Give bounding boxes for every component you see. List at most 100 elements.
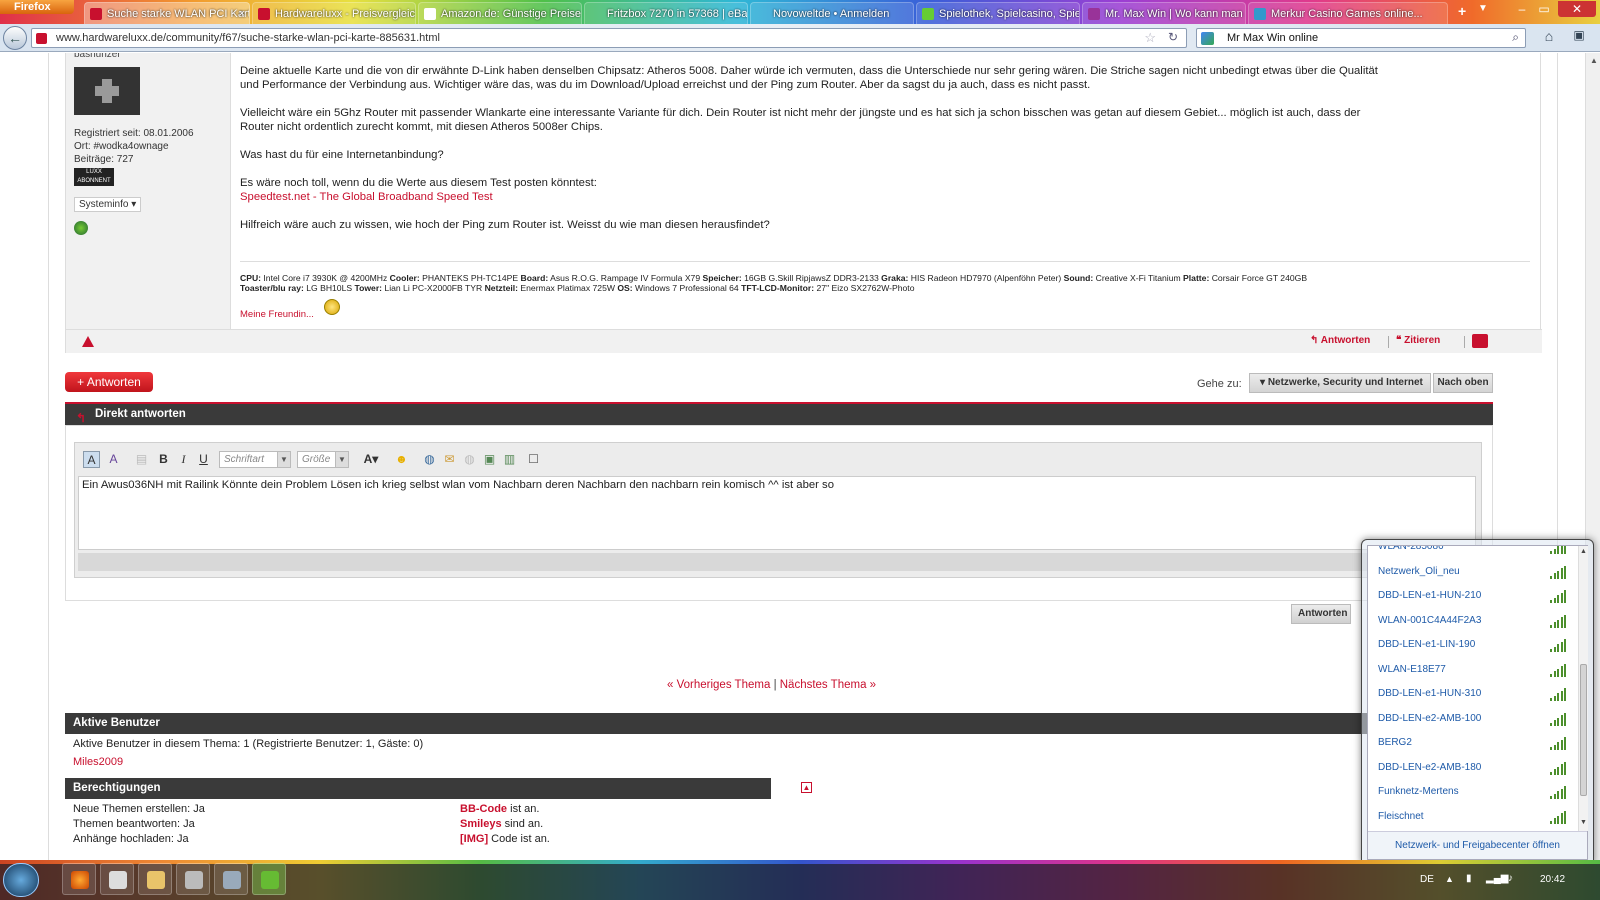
- insert-video-icon[interactable]: ▥: [501, 451, 518, 468]
- back-arrow-icon[interactable]: ←: [3, 26, 27, 50]
- post-reply-button[interactable]: ↰ Antworten: [1310, 335, 1370, 346]
- font-select[interactable]: Schriftart ▼: [219, 451, 291, 468]
- wifi-scroll-thumb[interactable]: [1580, 664, 1587, 796]
- italic-icon[interactable]: I: [175, 451, 192, 468]
- show-hidden-icons-icon[interactable]: ▲: [1445, 874, 1454, 884]
- taskbar-explorer[interactable]: [138, 863, 172, 895]
- tab-7[interactable]: Mr. Max Win | Wo kann man ...: [1082, 2, 1246, 24]
- site-identity-icon[interactable]: [36, 33, 47, 44]
- active-user-link[interactable]: Miles2009: [73, 756, 123, 768]
- bold-icon[interactable]: B: [155, 451, 172, 468]
- wifi-signal-icon: [1550, 638, 1568, 652]
- editor-resize-bar[interactable]: [78, 553, 1476, 571]
- tab-1[interactable]: Suche starke WLAN PCI Karte ×: [84, 2, 250, 24]
- wifi-network-item[interactable]: Funknetz-Mertens: [1368, 781, 1578, 805]
- wysiwyg-mode-icon[interactable]: A: [83, 451, 100, 468]
- wifi-network-item[interactable]: Fleischnet: [1368, 806, 1578, 830]
- smilies-icon[interactable]: ☻: [393, 451, 410, 468]
- collapse-icon[interactable]: ▲: [801, 782, 812, 793]
- wifi-network-item[interactable]: Netzwerk_Oli_neu: [1368, 561, 1578, 585]
- report-warning-icon[interactable]: [82, 336, 94, 347]
- wifi-network-item[interactable]: BERG2: [1368, 732, 1578, 756]
- wifi-signal-icon: [1550, 663, 1568, 677]
- bbcode-link[interactable]: BB-Code: [460, 803, 507, 815]
- text-color-icon[interactable]: A▾: [359, 451, 383, 468]
- home-icon[interactable]: ⌂: [1538, 28, 1560, 48]
- post-author-info: basnunzer Registriert seit: 08.01.2006 O…: [66, 53, 230, 329]
- quote-icon[interactable]: ☐: [525, 451, 542, 468]
- wifi-networks-popup: WLAN-285086 Netzwerk_Oli_neu DBD-LEN-e1-HU…: [1361, 539, 1594, 866]
- clock[interactable]: 20:42: [1540, 874, 1565, 885]
- url-bar[interactable]: www.hardwareluxx.de/community/f67/suche-…: [31, 28, 1187, 48]
- wifi-network-item[interactable]: WLAN-001C4A44F2A3: [1368, 610, 1578, 634]
- scroll-up-arrow-icon[interactable]: ▲: [1590, 56, 1598, 65]
- insert-email-icon[interactable]: ✉: [441, 451, 458, 468]
- multiquote-icon[interactable]: [1472, 334, 1488, 348]
- taskbar-document[interactable]: [100, 863, 134, 895]
- next-thread-link[interactable]: Nächstes Thema »: [780, 679, 876, 691]
- taskbar-firefox[interactable]: [62, 863, 96, 895]
- addon-bar-icon[interactable]: ▣: [1568, 28, 1590, 48]
- img-code-link[interactable]: [IMG]: [460, 833, 488, 845]
- insert-link-icon[interactable]: ◍: [421, 451, 438, 468]
- previous-thread-link[interactable]: « Vorheriges Thema: [667, 679, 770, 691]
- scroll-up-arrow-icon[interactable]: ▲: [1580, 548, 1587, 555]
- bookmark-star-icon[interactable]: ☆: [1144, 30, 1156, 46]
- back-to-top-button[interactable]: Nach oben: [1433, 373, 1493, 393]
- wifi-network-item[interactable]: DBD-LEN-e2-AMB-180: [1368, 757, 1578, 781]
- wifi-network-item[interactable]: WLAN-285086: [1368, 546, 1578, 560]
- search-engine-icon[interactable]: [1201, 32, 1214, 45]
- tab-8[interactable]: Merkur Casino Games online...: [1248, 2, 1448, 24]
- wifi-scrollbar[interactable]: ▲ ▼: [1578, 546, 1588, 831]
- taskbar-app[interactable]: [176, 863, 210, 895]
- taskbar-app-2[interactable]: [214, 863, 248, 895]
- volume-icon[interactable]: ♪: [1508, 873, 1520, 885]
- tab-6[interactable]: Spielothek, Spielcasino, Spiel...: [916, 2, 1080, 24]
- speedtest-link[interactable]: Speedtest.net - The Global Broadband Spe…: [240, 190, 493, 204]
- freundin-link[interactable]: Meine Freundin...: [240, 309, 314, 320]
- taskbar-app-3[interactable]: [252, 863, 286, 895]
- wifi-network-item[interactable]: DBD-LEN-e1-LIN-190: [1368, 634, 1578, 658]
- tab-3[interactable]: Amazon.de: Günstige Preise f...: [418, 2, 582, 24]
- scroll-down-arrow-icon[interactable]: ▼: [1580, 819, 1587, 826]
- tab-2[interactable]: Hardwareluxx - Preisvergleich: [252, 2, 416, 24]
- search-bar[interactable]: Mr Max Win online ⌕: [1196, 28, 1526, 48]
- language-indicator[interactable]: DE: [1420, 874, 1434, 885]
- firefox-menu-button[interactable]: Firefox: [0, 0, 74, 14]
- network-center-link[interactable]: Netzwerk- und Freigabecenter öffnen: [1368, 832, 1587, 859]
- goto-forum-dropdown[interactable]: ▾ Netzwerke, Security und Internet: [1249, 373, 1431, 393]
- size-select[interactable]: Größe ▼: [297, 451, 349, 468]
- wifi-network-item[interactable]: DBD-LEN-e2-AMB-100: [1368, 708, 1578, 732]
- wifi-network-item[interactable]: WLAN-E18E77: [1368, 659, 1578, 683]
- insert-image-icon[interactable]: ▣: [481, 451, 498, 468]
- reply-textarea[interactable]: Ein Awus036NH mit Railink Könnte dein Pr…: [78, 476, 1476, 550]
- reload-icon[interactable]: ↻: [1168, 30, 1178, 44]
- quote-button[interactable]: ❝ Zitieren: [1396, 335, 1440, 346]
- systeminfo-dropdown[interactable]: Systeminfo ▾: [74, 197, 142, 212]
- unlink-icon[interactable]: ◍: [461, 451, 478, 468]
- list-all-tabs-button[interactable]: ▼: [1478, 3, 1488, 14]
- wifi-network-item[interactable]: DBD-LEN-e1-HUN-210: [1368, 585, 1578, 609]
- tab-5[interactable]: Novoweltde • Anmelden: [750, 2, 914, 24]
- tab-4[interactable]: Fritzbox 7270 in 57368 | eBay ...: [584, 2, 748, 24]
- search-input[interactable]: Mr Max Win online: [1227, 32, 1318, 44]
- close-tab-icon[interactable]: ×: [239, 3, 245, 24]
- network-tray-icon[interactable]: ▮: [1466, 873, 1478, 885]
- close-window-button[interactable]: ✕: [1558, 1, 1596, 17]
- wifi-network-item[interactable]: DBD-LEN-e1-HUN-310: [1368, 683, 1578, 707]
- minimize-button[interactable]: –: [1512, 1, 1532, 17]
- submit-reply-button[interactable]: Antworten: [1291, 604, 1351, 624]
- quick-reply-header: ↰ Direkt antworten: [65, 402, 1493, 425]
- signal-tray-icon[interactable]: ▂▄▆: [1486, 873, 1508, 885]
- search-icon[interactable]: ⌕: [1512, 30, 1519, 45]
- remove-format-icon[interactable]: A: [105, 451, 122, 468]
- new-reply-button[interactable]: + Antworten: [65, 372, 153, 392]
- smileys-link[interactable]: Smileys: [460, 818, 502, 830]
- new-tab-button[interactable]: +: [1458, 3, 1466, 19]
- paste-icon[interactable]: ▤: [133, 451, 150, 468]
- windows-start-button[interactable]: [3, 863, 39, 897]
- underline-icon[interactable]: U: [195, 451, 212, 468]
- author-name[interactable]: basnunzer: [74, 53, 121, 60]
- maximize-button[interactable]: ▭: [1534, 1, 1554, 17]
- avatar[interactable]: [74, 67, 140, 115]
